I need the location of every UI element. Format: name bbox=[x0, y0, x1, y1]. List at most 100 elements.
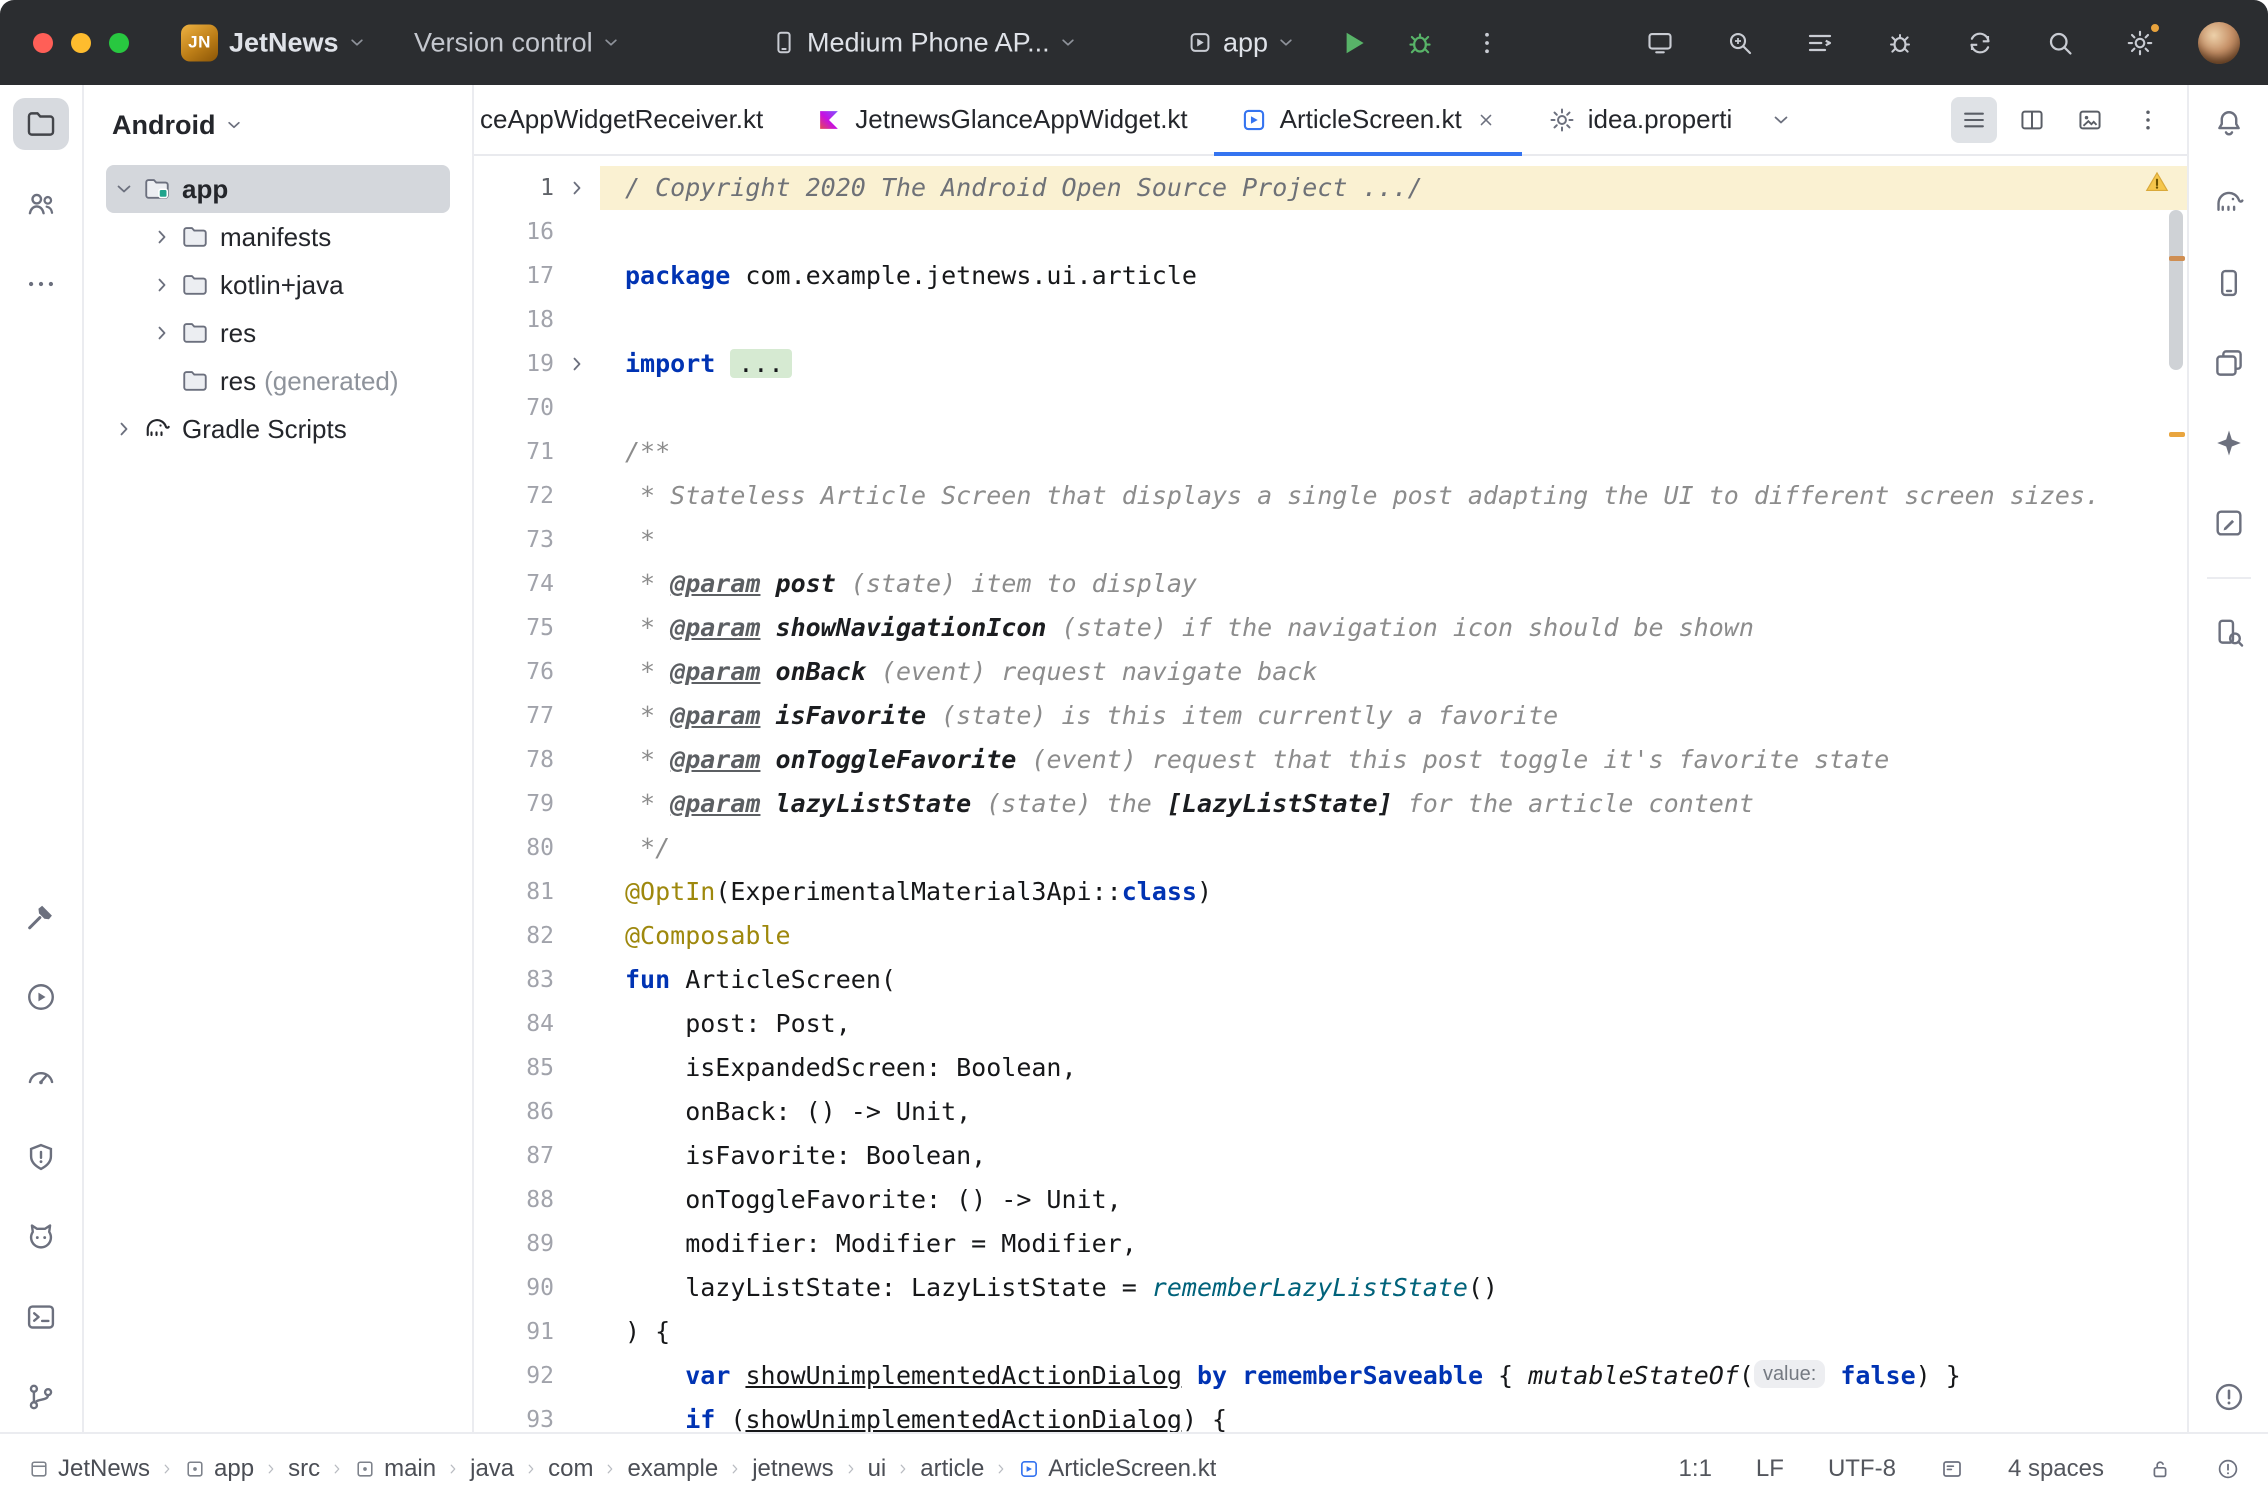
editor-list-button[interactable] bbox=[1951, 97, 1997, 143]
line-number[interactable]: 83 bbox=[474, 958, 554, 1002]
line-number[interactable]: 16 bbox=[474, 210, 554, 254]
more-tools-button[interactable] bbox=[13, 258, 69, 310]
breadcrumb-app[interactable]: app bbox=[184, 1455, 254, 1483]
breadcrumb-java[interactable]: java bbox=[470, 1455, 514, 1483]
code-editor[interactable]: 1/ Copyright 2020 The Android Open Sourc… bbox=[474, 156, 2187, 1432]
breadcrumb-src[interactable]: src bbox=[288, 1455, 320, 1483]
settings-button[interactable] bbox=[2118, 21, 2162, 65]
breadcrumb-ui[interactable]: ui bbox=[868, 1455, 887, 1483]
split-editor-button[interactable] bbox=[2009, 97, 2055, 143]
line-number[interactable]: 89 bbox=[474, 1222, 554, 1266]
line-number[interactable]: 84 bbox=[474, 1002, 554, 1046]
code-line-18[interactable]: 18 bbox=[474, 298, 2187, 342]
line-number[interactable]: 18 bbox=[474, 298, 554, 342]
line-number[interactable]: 17 bbox=[474, 254, 554, 298]
vcs-widget-button[interactable]: Version control bbox=[414, 27, 620, 58]
breadcrumb-main[interactable]: main bbox=[354, 1455, 436, 1483]
line-number[interactable]: 75 bbox=[474, 606, 554, 650]
commit-button[interactable] bbox=[13, 178, 69, 230]
device-manager-button[interactable] bbox=[2201, 257, 2257, 309]
line-number[interactable]: 73 bbox=[474, 518, 554, 562]
code-line-16[interactable]: 16 bbox=[474, 210, 2187, 254]
encoding-widget[interactable]: UTF-8 bbox=[1828, 1455, 1896, 1483]
caret-position-widget[interactable]: 1:1 bbox=[1679, 1455, 1712, 1483]
tree-chevron[interactable] bbox=[144, 227, 180, 247]
vcs-update-button[interactable] bbox=[1958, 21, 2002, 65]
more-run-actions-button[interactable] bbox=[1464, 20, 1510, 66]
code-line-70[interactable]: 70 bbox=[474, 386, 2187, 430]
line-number[interactable]: 88 bbox=[474, 1178, 554, 1222]
code-line-73[interactable]: 73 * bbox=[474, 518, 2187, 562]
inspections-status-button[interactable] bbox=[2216, 1457, 2240, 1481]
notifications-button[interactable] bbox=[2201, 97, 2257, 149]
preview-button[interactable] bbox=[2067, 97, 2113, 143]
line-number[interactable]: 93 bbox=[474, 1398, 554, 1432]
profiler-button[interactable] bbox=[13, 1051, 69, 1103]
breadcrumb-articlescreen-kt[interactable]: ArticleScreen.kt bbox=[1018, 1455, 1216, 1483]
line-number[interactable]: 19 bbox=[474, 342, 554, 386]
line-number[interactable]: 76 bbox=[474, 650, 554, 694]
breadcrumb-jetnews[interactable]: JetNews bbox=[28, 1455, 150, 1483]
line-number[interactable]: 86 bbox=[474, 1090, 554, 1134]
code-line-72[interactable]: 72 * Stateless Article Screen that displ… bbox=[474, 474, 2187, 518]
terminal-button[interactable] bbox=[13, 1291, 69, 1343]
structure-view-button[interactable] bbox=[1798, 21, 1842, 65]
tree-item-kotlin-java[interactable]: kotlin+java bbox=[106, 261, 450, 309]
logcat-button[interactable] bbox=[13, 1211, 69, 1263]
app-quality-insights-button[interactable] bbox=[13, 1131, 69, 1183]
more-options-button[interactable] bbox=[2125, 97, 2171, 143]
device-streaming-button[interactable] bbox=[1638, 21, 1682, 65]
code-line-83[interactable]: 83fun ArticleScreen( bbox=[474, 958, 2187, 1002]
user-avatar[interactable] bbox=[2198, 22, 2240, 64]
line-number[interactable]: 72 bbox=[474, 474, 554, 518]
code-line-1[interactable]: 1/ Copyright 2020 The Android Open Sourc… bbox=[474, 166, 2187, 210]
code-line-78[interactable]: 78 * @param onToggleFavorite (event) req… bbox=[474, 738, 2187, 782]
code-line-17[interactable]: 17package com.example.jetnews.ui.article bbox=[474, 254, 2187, 298]
tree-chevron[interactable] bbox=[106, 419, 142, 439]
code-line-77[interactable]: 77 * @param isFavorite (state) is this i… bbox=[474, 694, 2187, 738]
line-number[interactable]: 92 bbox=[474, 1354, 554, 1398]
code-line-79[interactable]: 79 * @param lazyListState (state) the [L… bbox=[474, 782, 2187, 826]
line-number[interactable]: 91 bbox=[474, 1310, 554, 1354]
code-line-75[interactable]: 75 * @param showNavigationIcon (state) i… bbox=[474, 606, 2187, 650]
tree-item-gradle-scripts[interactable]: Gradle Scripts bbox=[106, 405, 450, 453]
tree-chevron[interactable] bbox=[144, 275, 180, 295]
code-line-91[interactable]: 91) { bbox=[474, 1310, 2187, 1354]
version-control-button[interactable] bbox=[13, 1371, 69, 1423]
line-separator-widget[interactable]: LF bbox=[1756, 1455, 1784, 1483]
zoom-window-button[interactable] bbox=[109, 33, 129, 53]
search-button[interactable] bbox=[2038, 21, 2082, 65]
problems-button[interactable] bbox=[2201, 1371, 2257, 1423]
device-explorer-button[interactable] bbox=[2201, 607, 2257, 659]
run-configuration-button[interactable]: app bbox=[1186, 27, 1295, 58]
close-tab-button[interactable] bbox=[1476, 110, 1496, 130]
line-number[interactable]: 78 bbox=[474, 738, 554, 782]
tree-chevron[interactable] bbox=[106, 179, 142, 199]
code-line-84[interactable]: 84 post: Post, bbox=[474, 1002, 2187, 1046]
fold-toggle-icon[interactable] bbox=[554, 342, 600, 386]
breadcrumb-com[interactable]: com bbox=[548, 1455, 593, 1483]
line-number[interactable]: 82 bbox=[474, 914, 554, 958]
run-button[interactable] bbox=[1330, 20, 1376, 66]
line-number[interactable]: 87 bbox=[474, 1134, 554, 1178]
run-button[interactable] bbox=[13, 971, 69, 1023]
inspect-code-button[interactable] bbox=[1718, 21, 1762, 65]
line-number[interactable]: 70 bbox=[474, 386, 554, 430]
indent-widget[interactable]: 4 spaces bbox=[2008, 1455, 2104, 1483]
project-view-selector[interactable]: Android bbox=[84, 85, 472, 165]
minimize-window-button[interactable] bbox=[71, 33, 91, 53]
code-line-90[interactable]: 90 lazyListState: LazyListState = rememb… bbox=[474, 1266, 2187, 1310]
tree-chevron[interactable] bbox=[144, 323, 180, 343]
tab-idea-properti[interactable]: idea.properti bbox=[1522, 85, 1759, 154]
code-line-82[interactable]: 82@Composable bbox=[474, 914, 2187, 958]
code-line-85[interactable]: 85 isExpandedScreen: Boolean, bbox=[474, 1046, 2187, 1090]
gemini-button[interactable] bbox=[2201, 417, 2257, 469]
line-number[interactable]: 79 bbox=[474, 782, 554, 826]
breadcrumb-jetnews[interactable]: jetnews bbox=[752, 1455, 833, 1483]
tab-articlescreen-kt[interactable]: ArticleScreen.kt bbox=[1214, 85, 1522, 154]
file-lock-button[interactable] bbox=[2148, 1457, 2172, 1481]
breadcrumb-article[interactable]: article bbox=[920, 1455, 984, 1483]
tab-jetnewsglanceappwidget-kt[interactable]: JetnewsGlanceAppWidget.kt bbox=[789, 85, 1213, 154]
gradle-button[interactable] bbox=[2201, 177, 2257, 229]
code-line-80[interactable]: 80 */ bbox=[474, 826, 2187, 870]
